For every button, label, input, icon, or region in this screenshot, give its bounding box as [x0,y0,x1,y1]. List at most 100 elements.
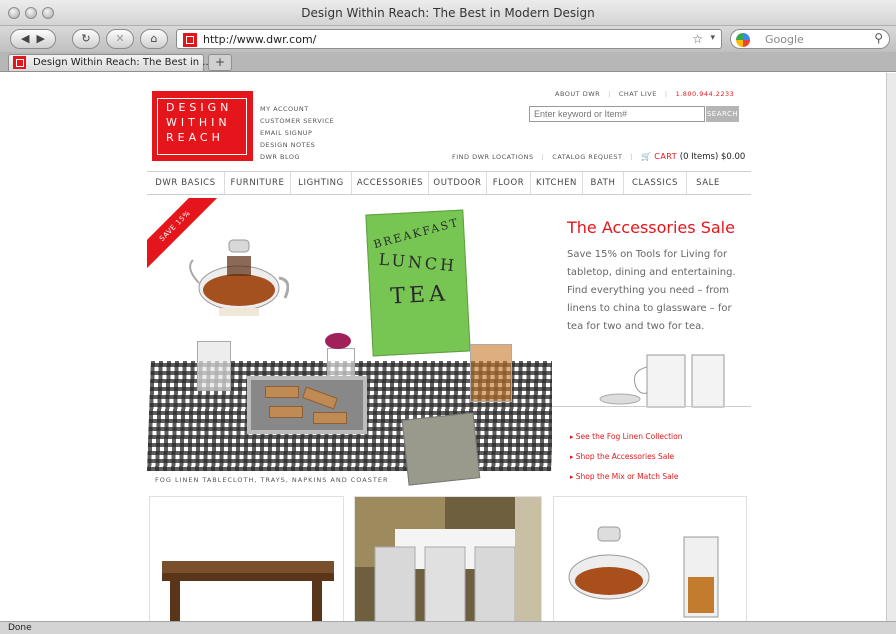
dwr-logo[interactable]: DESIGN WITHIN REACH [152,91,253,161]
tile-dining[interactable] [354,496,542,621]
nav-classics[interactable]: CLASSICS [624,172,687,194]
window-titlebar: Design Within Reach: The Best in Modern … [0,0,896,26]
napkin [401,412,481,486]
link-design-notes[interactable]: DESIGN NOTES [260,139,334,151]
nav-sale[interactable]: SALE [687,172,729,194]
forward-icon[interactable]: ▶ [37,32,45,45]
dwr-page: DESIGN WITHIN REACH MY ACCOUNT CUSTOMER … [145,73,753,621]
link-dwr-blog[interactable]: DWR BLOG [260,151,334,163]
window-title: Design Within Reach: The Best in Modern … [301,6,595,20]
nav-floor[interactable]: FLOOR [487,172,531,194]
url-text[interactable]: http://www.dwr.com/ [203,33,316,46]
promo-title[interactable]: The Accessories Sale [567,218,735,237]
separator: | [664,90,668,98]
nav-kitchen[interactable]: KITCHEN [531,172,583,194]
link-customer-service[interactable]: CUSTOMER SERVICE [260,115,334,127]
book-title-line: TEA [389,281,450,310]
cart-link[interactable]: CART [654,152,677,161]
site-search-button[interactable]: SEARCH [706,106,739,122]
separator: | [608,90,611,98]
hero-image[interactable]: SAVE 15% BREAKFAST LUNCH TEA FOG LINEN T… [147,198,552,488]
link-accessories-sale[interactable]: Shop the Accessories Sale [570,447,682,467]
stop-icon: ✕ [115,32,125,45]
google-icon[interactable] [736,33,750,47]
link-find-locations[interactable]: FIND DWR LOCATIONS [452,153,534,161]
separator: | [541,153,545,161]
site-search-input[interactable] [529,106,705,122]
top-links: ABOUT DWR | CHAT LIVE | 1.800.944.2233 [555,90,734,98]
url-dropdown-icon[interactable]: ▾ [710,33,715,43]
browser-search-field[interactable]: Google ⚲ [730,29,890,49]
bookmark-star-icon[interactable]: ☆ [692,32,703,46]
link-email-signup[interactable]: EMAIL SIGNUP [260,127,334,139]
promo-body: Save 15% on Tools for Living for tableto… [567,249,736,332]
tab-bar: Design Within Reach: The Best in ... + [0,52,896,72]
tile-teaware[interactable] [553,496,747,621]
logo-line: REACH [166,131,224,144]
cookie [265,386,299,398]
cookie [313,412,347,424]
status-text: Done [8,623,32,633]
teaware-image [568,526,719,618]
logo-line: WITHIN [166,116,231,129]
address-bar[interactable]: http://www.dwr.com/ ☆ ▾ [176,29,722,49]
promo-links: See the Fog Linen Collection Shop the Ac… [570,427,683,487]
nav-accessories[interactable]: ACCESSORIES [352,172,429,194]
link-fog-linen[interactable]: See the Fog Linen Collection [570,427,683,447]
nav-lighting[interactable]: LIGHTING [291,172,352,194]
cookie [269,406,303,418]
logo-line: DESIGN [166,101,233,114]
main-nav: DWR BASICS FURNITURE LIGHTING ACCESSORIE… [147,171,751,195]
link-catalog-request[interactable]: CATALOG REQUEST [552,153,622,161]
link-chat-live[interactable]: CHAT LIVE [619,90,657,98]
table-image [162,561,334,621]
reload-button[interactable]: ↻ [72,29,100,49]
link-my-account[interactable]: MY ACCOUNT [260,103,334,115]
browser-search-placeholder: Google [765,33,804,46]
book-title-line: LUNCH [378,249,458,276]
tray [247,376,367,434]
status-bar: Done [0,621,896,634]
back-forward-buttons[interactable]: ◀ ▶ [10,29,56,49]
reload-icon: ↻ [81,32,91,45]
plus-icon: + [214,55,226,69]
nav-dwr-basics[interactable]: DWR BASICS [147,172,225,194]
separator: | [630,153,634,161]
cart-icon[interactable]: 🛒 [641,152,651,161]
nav-furniture[interactable]: FURNITURE [225,172,291,194]
hero-banner: SAVE 15% BREAKFAST LUNCH TEA FOG LINEN T… [147,198,751,488]
milk-glass [197,341,231,391]
teapot-image [189,239,289,316]
dining-room-image [355,497,541,621]
hero-caption: FOG LINEN TABLECLOTH, TRAYS, NAPKINS AND… [155,476,389,484]
link-about[interactable]: ABOUT DWR [555,90,600,98]
tea-glass [470,344,512,402]
promo-panel: The Accessories Sale Save 15% on Tools f… [552,198,751,488]
home-icon: ⌂ [150,32,158,45]
back-icon[interactable]: ◀ [21,32,29,45]
site-favicon-icon [183,33,197,47]
link-mix-match-sale[interactable]: Shop the Mix or Match Sale [570,467,682,487]
cookie [301,386,339,410]
nav-outdoor[interactable]: OUTDOOR [429,172,487,194]
tile-table[interactable] [149,496,344,621]
book-image: BREAKFAST LUNCH TEA [365,209,471,357]
stop-button[interactable]: ✕ [106,29,134,49]
page-viewport: DESIGN WITHIN REACH MY ACCOUNT CUSTOMER … [0,73,886,621]
divider [552,406,751,407]
vertical-scrollbar[interactable] [886,73,896,621]
cart-line: FIND DWR LOCATIONS | CATALOG REQUEST | 🛒 CAR… [452,152,745,162]
magnifier-icon[interactable]: ⚲ [874,31,883,45]
account-links: MY ACCOUNT CUSTOMER SERVICE EMAIL SIGNUP… [260,103,334,163]
flowers [325,333,351,349]
nav-bath[interactable]: BATH [583,172,624,194]
browser-toolbar: ◀ ▶ ↻ ✕ ⌂ http://www.dwr.com/ ☆ ▾ Google… [0,26,896,52]
new-tab-button[interactable]: + [208,54,232,71]
tab-active[interactable]: Design Within Reach: The Best in ... [8,54,212,71]
book-title-line: BREAKFAST [372,215,461,252]
phone-number: 1.800.944.2233 [675,90,735,98]
home-button[interactable]: ⌂ [140,29,168,49]
tab-label: Design Within Reach: The Best in ... [33,57,212,68]
glass-mugs-image [599,354,725,408]
cart-summary: (0 Items) $0.00 [679,152,746,162]
